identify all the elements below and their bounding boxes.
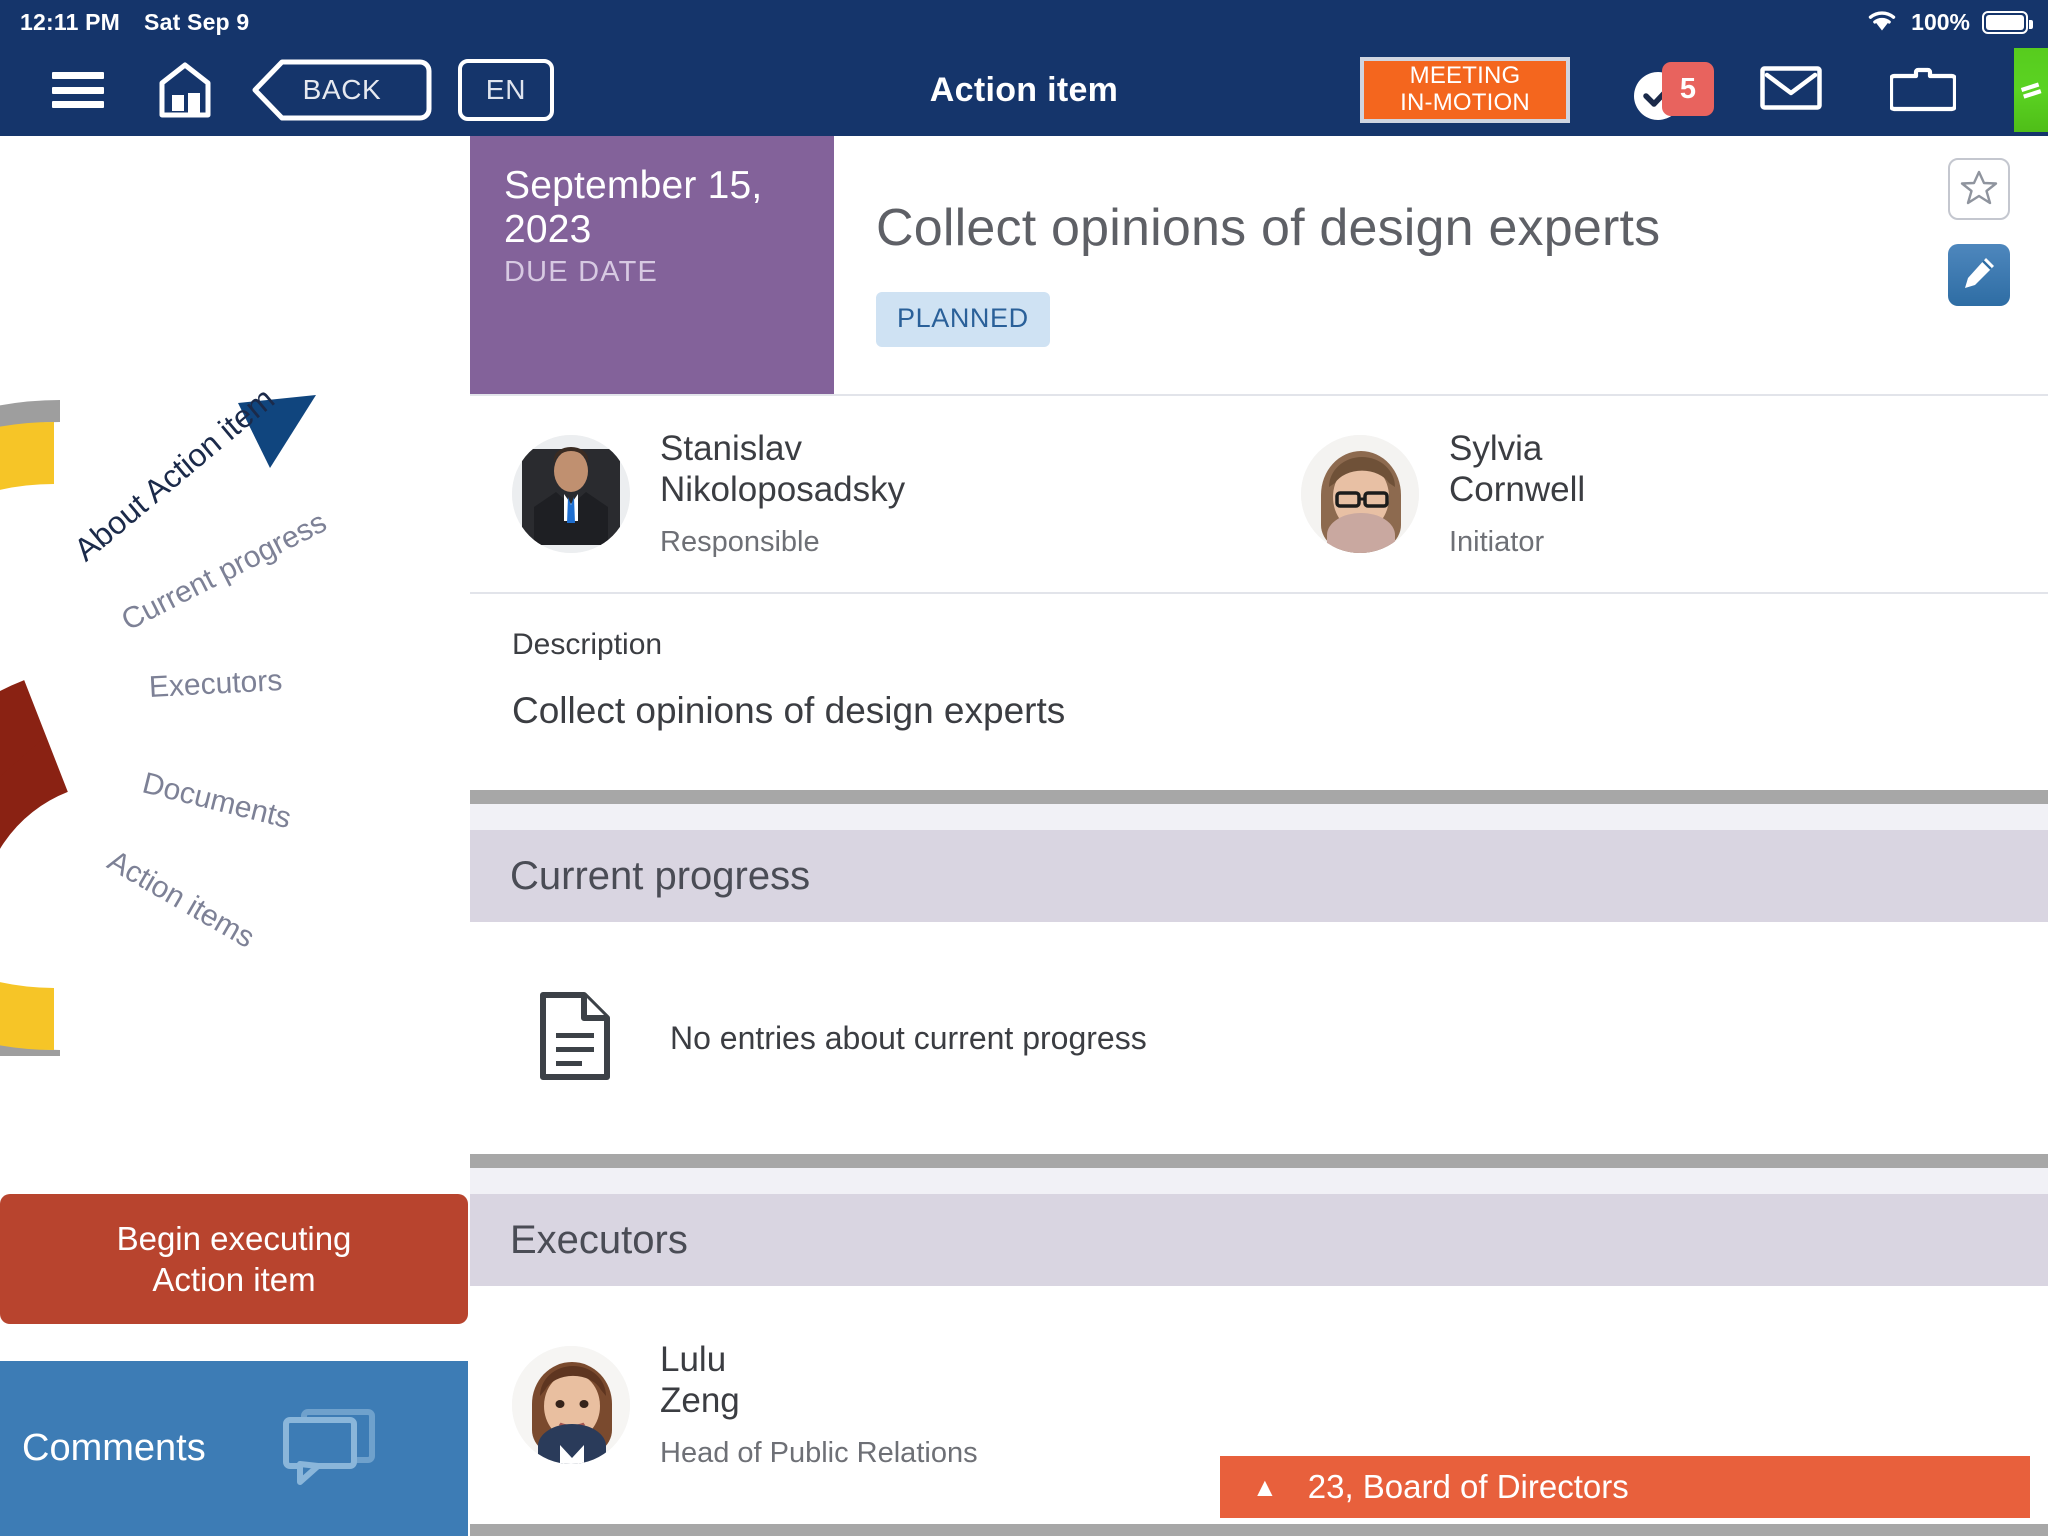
language-button-label: EN — [485, 74, 527, 105]
sidebar-item-executors[interactable]: Executors — [148, 664, 283, 705]
meeting-status-line1: MEETING — [1409, 62, 1521, 90]
speech-bubbles-icon — [278, 1406, 378, 1491]
section-header-current-progress[interactable]: Current progress — [470, 830, 2048, 922]
equals-icon — [2020, 82, 2042, 99]
navbar-right-group: MEETING IN-MOTION 5 — [1360, 44, 2048, 136]
ios-status-bar: 12:11 PM Sat Sep 9 100% — [0, 0, 2048, 44]
status-bar-time: 12:11 PM — [20, 8, 121, 35]
current-progress-empty-text: No entries about current progress — [670, 1019, 1147, 1056]
favorite-button[interactable] — [1948, 158, 2010, 220]
person-name-line2: Cornwell — [1449, 469, 1586, 509]
hero-main: Collect opinions of design experts PLANN… — [834, 136, 2048, 394]
begin-executing-button[interactable]: Begin executing Action item — [0, 1194, 468, 1324]
description-label: Description — [512, 628, 663, 661]
pencil-icon — [1961, 255, 1997, 296]
section-gap — [470, 804, 2048, 830]
section-divider — [470, 1524, 2048, 1536]
executor-info: Lulu Zeng Head of Public Relations — [660, 1340, 978, 1471]
avatar-photo-female — [512, 1346, 630, 1464]
person-name-line1: Stanislav — [660, 428, 803, 468]
begin-button-line2: Action item — [152, 1261, 316, 1298]
hero-actions — [1948, 158, 2010, 306]
tasks-badge-count: 5 — [1662, 62, 1714, 116]
section-title: Executors — [510, 1217, 688, 1262]
hero-card: September 15, 2023 DUE DATE Collect opin… — [470, 136, 2048, 394]
page-title: Action item — [929, 70, 1119, 109]
star-outline-icon — [1960, 169, 1998, 210]
status-bar-right: 100% — [1865, 6, 2033, 38]
meeting-banner-label: 23, Board of Directors — [1307, 1468, 1629, 1505]
comments-button-label: Comments — [22, 1427, 206, 1469]
person-name-line1: Sylvia — [1449, 428, 1543, 468]
document-lines-icon — [538, 991, 612, 1086]
avatar-photo-female-glasses — [1301, 435, 1419, 553]
begin-button-line1: Begin executing — [116, 1219, 352, 1257]
tasks-button[interactable]: 5 — [1634, 62, 1714, 120]
home-icon[interactable] — [158, 61, 212, 119]
meeting-status-line2: IN-MOTION — [1400, 89, 1530, 116]
app-root: 12:11 PM Sat Sep 9 100% BACK EN Action i… — [0, 0, 2048, 1536]
green-tab-button[interactable] — [2014, 48, 2048, 132]
section-title: Current progress — [510, 853, 811, 898]
battery-percent-label: 100% — [1911, 8, 1970, 35]
status-badge: PLANNED — [876, 292, 1050, 347]
section-divider — [470, 790, 2048, 804]
edit-button[interactable] — [1948, 244, 2010, 306]
sidebar: About Action item Current progress Execu… — [0, 136, 470, 1536]
executor-role: Head of Public Relations — [660, 1437, 978, 1470]
due-date-label: DUE DATE — [504, 256, 659, 288]
person-info: Sylvia Cornwell Initiator — [1449, 429, 1585, 560]
status-bar-date: Sat Sep 9 — [144, 8, 250, 35]
executor-name-line1: Lulu — [660, 1339, 727, 1379]
person-info: Stanislav Nikoloposadsky Responsible — [660, 429, 905, 560]
section-divider — [470, 1154, 2048, 1168]
envelope-icon[interactable] — [1760, 65, 1822, 115]
meeting-status-button[interactable]: MEETING IN-MOTION — [1360, 57, 1570, 123]
language-button[interactable]: EN — [458, 59, 554, 121]
description-text: Collect opinions of design experts — [512, 690, 1066, 731]
hamburger-menu-icon[interactable] — [52, 72, 104, 108]
section-gap — [470, 1168, 2048, 1194]
description-block: Description Collect opinions of design e… — [470, 592, 2048, 790]
battery-icon — [1982, 10, 2033, 34]
main-content: September 15, 2023 DUE DATE Collect opin… — [470, 136, 2048, 1536]
back-button-label: BACK — [302, 74, 382, 105]
navigation-bar: BACK EN Action item MEETING IN-MOTION 5 — [0, 44, 2048, 136]
wifi-icon — [1865, 6, 1899, 38]
person-initiator[interactable]: Sylvia Cornwell Initiator — [1259, 429, 2048, 560]
section-header-executors[interactable]: Executors — [470, 1194, 2048, 1286]
person-responsible[interactable]: Stanislav Nikoloposadsky Responsible — [470, 429, 1259, 560]
comments-button[interactable]: Comments — [0, 1361, 468, 1536]
person-role: Responsible — [660, 526, 820, 559]
people-row: Stanislav Nikoloposadsky Responsible Syl… — [470, 394, 2048, 592]
person-role: Initiator — [1449, 526, 1545, 559]
triangle-up-icon: ▲ — [1252, 1472, 1278, 1502]
person-name-line2: Nikoloposadsky — [660, 469, 906, 509]
executor-name-line2: Zeng — [660, 1380, 740, 1420]
action-item-title: Collect opinions of design experts — [876, 199, 1661, 257]
back-button[interactable]: BACK — [252, 59, 432, 121]
folder-icon[interactable] — [1888, 64, 1958, 117]
avatar-photo-male — [512, 435, 630, 553]
current-progress-empty-row: No entries about current progress — [470, 922, 2048, 1154]
due-date-value: September 15, 2023 — [504, 164, 763, 251]
sidebar-item-label: Executors — [148, 664, 284, 704]
meeting-banner[interactable]: ▲ 23, Board of Directors — [1220, 1456, 2030, 1518]
due-date-card: September 15, 2023 DUE DATE — [470, 136, 834, 394]
